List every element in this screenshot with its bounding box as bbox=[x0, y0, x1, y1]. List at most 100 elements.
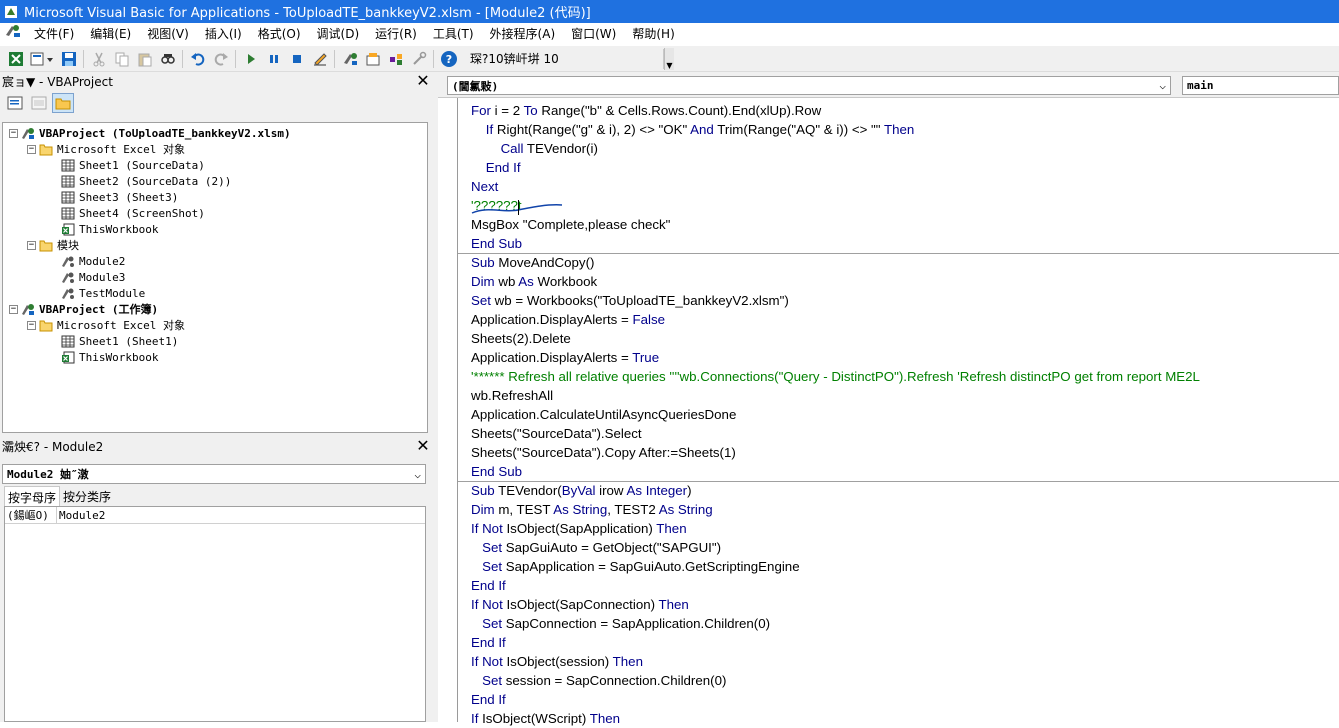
tree-node[interactable]: − Microsoft Excel 对象 bbox=[27, 317, 185, 333]
collapse-icon[interactable]: − bbox=[9, 128, 18, 138]
code-line[interactable]: If Not IsObject(SapApplication) Then bbox=[471, 519, 1339, 538]
code-line[interactable]: End Sub bbox=[471, 462, 1339, 481]
tree-node[interactable]: − VBAProject (工作簿) bbox=[9, 301, 158, 317]
code-line[interactable]: Sheets("SourceData").Select bbox=[471, 424, 1339, 443]
code-line[interactable]: wb.RefreshAll bbox=[471, 386, 1339, 405]
design-mode-icon[interactable] bbox=[308, 48, 331, 70]
close-icon[interactable]: ✕ bbox=[414, 437, 432, 455]
object-browser-icon[interactable] bbox=[384, 48, 407, 70]
menu-help[interactable]: 帮助(H) bbox=[624, 23, 682, 46]
project-explorer-icon[interactable] bbox=[338, 48, 361, 70]
code-line[interactable]: Sub MoveAndCopy() bbox=[471, 253, 1339, 272]
code-line[interactable]: Next bbox=[471, 177, 1339, 196]
menu-insert[interactable]: 插入(I) bbox=[197, 23, 250, 46]
menu-edit[interactable]: 编辑(E) bbox=[82, 23, 139, 46]
tree-node[interactable]: Sheet3 (Sheet3) bbox=[49, 189, 178, 205]
paste-icon[interactable] bbox=[133, 48, 156, 70]
code-line[interactable]: Set SapGuiAuto = GetObject("SAPGUI") bbox=[471, 538, 1339, 557]
code-line[interactable]: Set wb = Workbooks("ToUploadTE_bankkeyV2… bbox=[471, 291, 1339, 310]
code-line[interactable]: Application.CalculateUntilAsyncQueriesDo… bbox=[471, 405, 1339, 424]
view-object-icon[interactable] bbox=[28, 93, 50, 113]
code-line[interactable]: Set SapConnection = SapApplication.Child… bbox=[471, 614, 1339, 633]
code-line[interactable]: End If bbox=[471, 690, 1339, 709]
tree-node[interactable]: TestModule bbox=[49, 285, 145, 301]
tree-node[interactable]: Sheet1 (Sheet1) bbox=[49, 333, 178, 349]
tree-node[interactable]: Sheet1 (SourceData) bbox=[49, 157, 205, 173]
undo-icon[interactable] bbox=[186, 48, 209, 70]
code-line[interactable]: Sub TEVendor(ByVal irow As Integer) bbox=[471, 481, 1339, 500]
code-line[interactable]: If Right(Range("g" & i), 2) <> "OK" And … bbox=[471, 120, 1339, 139]
tree-node[interactable]: ThisWorkbook bbox=[49, 349, 158, 365]
object-combo[interactable]: (閫氱敤) ⌵ bbox=[447, 76, 1171, 95]
toolbox-icon[interactable] bbox=[407, 48, 430, 70]
tab-alphabetic[interactable]: 按字母序 bbox=[4, 486, 61, 506]
margin-indicator-bar[interactable] bbox=[438, 98, 458, 722]
redo-icon[interactable] bbox=[209, 48, 232, 70]
find-icon[interactable] bbox=[156, 48, 179, 70]
vba-menu-icon[interactable] bbox=[0, 23, 26, 46]
code-line[interactable]: Dim m, TEST As String, TEST2 As String bbox=[471, 500, 1339, 519]
insert-module-icon[interactable] bbox=[27, 48, 57, 70]
menu-format[interactable]: 格式(O) bbox=[250, 23, 309, 46]
code-line[interactable]: '??????t bbox=[471, 196, 1339, 215]
code-line[interactable]: Dim wb As Workbook bbox=[471, 272, 1339, 291]
code-line[interactable]: Set session = SapConnection.Children(0) bbox=[471, 671, 1339, 690]
menu-debug[interactable]: 调试(D) bbox=[309, 23, 368, 46]
code-line[interactable]: For i = 2 To Range("b" & Cells.Rows.Coun… bbox=[471, 101, 1339, 120]
code-line[interactable]: End Sub bbox=[471, 234, 1339, 253]
run-icon[interactable] bbox=[239, 48, 262, 70]
collapse-icon[interactable]: − bbox=[27, 320, 36, 330]
project-pane-toolbar bbox=[0, 90, 432, 116]
code-line[interactable]: Set SapApplication = SapGuiAuto.GetScrip… bbox=[471, 557, 1339, 576]
tree-node[interactable]: − VBAProject (ToUploadTE_bankkeyV2.xlsm) bbox=[9, 125, 291, 141]
tree-node[interactable]: Module2 bbox=[49, 253, 125, 269]
close-icon[interactable]: ✕ bbox=[414, 72, 432, 90]
cut-icon[interactable] bbox=[87, 48, 110, 70]
menu-file[interactable]: 文件(F) bbox=[26, 23, 82, 46]
tree-node[interactable]: − 模块 bbox=[27, 237, 79, 253]
break-icon[interactable] bbox=[262, 48, 285, 70]
reset-icon[interactable] bbox=[285, 48, 308, 70]
code-line[interactable]: Sheets(2).Delete bbox=[471, 329, 1339, 348]
tree-node[interactable]: ThisWorkbook bbox=[49, 221, 158, 237]
property-row[interactable]: (鍚嶇О) Module2 bbox=[5, 506, 425, 524]
tree-node[interactable]: − Microsoft Excel 对象 bbox=[27, 141, 185, 157]
code-line[interactable]: End If bbox=[471, 158, 1339, 177]
code-line[interactable]: End If bbox=[471, 633, 1339, 652]
code-line[interactable]: If Not IsObject(session) Then bbox=[471, 652, 1339, 671]
code-line[interactable]: End If bbox=[471, 576, 1339, 595]
code-line[interactable]: Call TEVendor(i) bbox=[471, 139, 1339, 158]
help-icon[interactable]: ? bbox=[437, 48, 460, 70]
view-code-icon[interactable] bbox=[4, 93, 26, 113]
tab-categorized[interactable]: 按分类序 bbox=[60, 486, 114, 506]
tree-node[interactable]: Sheet2 (SourceData (2)) bbox=[49, 173, 231, 189]
property-value[interactable]: Module2 bbox=[57, 509, 105, 522]
menu-addins[interactable]: 外接程序(A) bbox=[482, 23, 564, 46]
collapse-icon[interactable]: − bbox=[27, 144, 36, 154]
procedure-combo[interactable]: main bbox=[1182, 76, 1339, 95]
menu-window[interactable]: 窗口(W) bbox=[563, 23, 624, 46]
object-selector[interactable]: Module2 妯″潡 ⌵ bbox=[2, 464, 426, 484]
tree-node[interactable]: Sheet4 (ScreenShot) bbox=[49, 205, 205, 221]
chevron-down-icon: ⌵ bbox=[1159, 79, 1166, 92]
tree-node[interactable]: Module3 bbox=[49, 269, 125, 285]
code-text[interactable]: For i = 2 To Range("b" & Cells.Rows.Coun… bbox=[471, 101, 1339, 728]
code-line[interactable]: Application.DisplayAlerts = False bbox=[471, 310, 1339, 329]
code-line[interactable]: Application.DisplayAlerts = True bbox=[471, 348, 1339, 367]
toggle-folders-icon[interactable] bbox=[52, 93, 74, 113]
menu-tools[interactable]: 工具(T) bbox=[425, 23, 482, 46]
copy-icon[interactable] bbox=[110, 48, 133, 70]
save-icon[interactable] bbox=[57, 48, 80, 70]
properties-window-icon[interactable] bbox=[361, 48, 384, 70]
code-line[interactable]: If Not IsObject(SapConnection) Then bbox=[471, 595, 1339, 614]
code-line[interactable]: If IsObject(WScript) Then bbox=[471, 709, 1339, 728]
code-line[interactable]: '****** Refresh all relative queries '''… bbox=[471, 367, 1339, 386]
collapse-icon[interactable]: − bbox=[9, 304, 18, 314]
toolbar-overflow-grip[interactable]: ▼ bbox=[664, 47, 674, 70]
menu-run[interactable]: 运行(R) bbox=[367, 23, 425, 46]
excel-view-icon[interactable] bbox=[4, 48, 27, 70]
code-line[interactable]: Sheets("SourceData").Copy After:=Sheets(… bbox=[471, 443, 1339, 462]
code-line[interactable]: MsgBox "Complete,please check" bbox=[471, 215, 1339, 234]
collapse-icon[interactable]: − bbox=[27, 240, 36, 250]
menu-view[interactable]: 视图(V) bbox=[139, 23, 197, 46]
